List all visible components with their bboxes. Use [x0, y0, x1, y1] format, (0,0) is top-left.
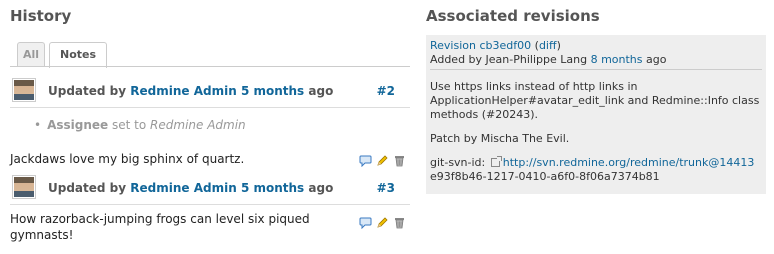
- journal-note: How razorback-jumping frogs can level si…: [10, 212, 310, 242]
- delete-icon[interactable]: [393, 154, 406, 167]
- svn-url-link[interactable]: http://svn.redmine.org/redmine/trunk@144…: [503, 156, 755, 169]
- history-section: History All Notes Updated by Redmine Adm…: [10, 0, 410, 254]
- updated-by-label: Updated by: [48, 84, 127, 98]
- revisions-title: Associated revisions: [426, 7, 600, 25]
- journal-header: Updated by Redmine Admin 5 months ago #2: [10, 78, 410, 108]
- journal-actions: [359, 154, 406, 167]
- revision-link[interactable]: Revision cb3edf00: [430, 39, 531, 52]
- journal-actions: [359, 216, 406, 229]
- time-link[interactable]: 5 months: [241, 84, 304, 98]
- journal-number-link[interactable]: #2: [377, 84, 395, 98]
- time-link[interactable]: 5 months: [241, 181, 304, 195]
- tab-all[interactable]: All: [17, 42, 45, 67]
- associated-revisions-section: Associated revisions Revision cb3edf00 (…: [426, 0, 774, 254]
- ago-label: ago: [308, 84, 334, 98]
- tab-notes[interactable]: Notes: [49, 42, 107, 68]
- journal-header: Updated by Redmine Admin 5 months ago #3: [10, 175, 410, 205]
- svn-id-label: git-svn-id:: [430, 156, 486, 169]
- revision-ago-label: ago: [646, 53, 667, 66]
- revision-author-line: Added by Jean-Philippe Lang 8 months ago: [430, 53, 762, 70]
- detail-value: Redmine Admin: [150, 118, 246, 132]
- revision-id: cb3edf00: [479, 39, 532, 52]
- tabs-divider: [10, 66, 410, 67]
- svn-hash: e93f8b46-1217-0410-a6f0-8f06a7374b81: [430, 170, 660, 183]
- revision-message: Use https links instead of http links in…: [430, 80, 760, 121]
- updated-by-label: Updated by: [48, 181, 127, 195]
- revision-author: Jean-Philippe Lang: [485, 53, 588, 66]
- author-link[interactable]: Redmine Admin: [130, 181, 236, 195]
- revision-box: Revision cb3edf00 (diff) Added by Jean-P…: [426, 35, 766, 194]
- history-title: History: [10, 7, 72, 25]
- revision-svn-line: git-svn-id: http://svn.redmine.org/redmi…: [430, 156, 762, 170]
- journal-header-text: Updated by Redmine Admin 5 months ago: [48, 84, 333, 98]
- detail-field: Assignee: [47, 118, 109, 132]
- avatar: [12, 175, 36, 199]
- detail-verb: set to: [112, 118, 147, 132]
- edit-icon[interactable]: [376, 154, 389, 167]
- bullet: •: [34, 118, 42, 132]
- author-link[interactable]: Redmine Admin: [130, 84, 236, 98]
- external-link-icon: [490, 156, 502, 167]
- comment-icon[interactable]: [359, 216, 372, 229]
- journal-header-text: Updated by Redmine Admin 5 months ago: [48, 181, 333, 195]
- journal-detail: • Assignee set to Redmine Admin: [34, 118, 246, 132]
- revision-header: Revision cb3edf00 (diff): [430, 39, 561, 52]
- edit-icon[interactable]: [376, 216, 389, 229]
- avatar: [12, 78, 36, 102]
- delete-icon[interactable]: [393, 216, 406, 229]
- journal-number-link[interactable]: #3: [377, 181, 395, 195]
- comment-icon[interactable]: [359, 154, 372, 167]
- added-by-label: Added by: [430, 53, 483, 66]
- revision-patch-note: Patch by Mischa The Evil.: [430, 132, 570, 145]
- ago-label: ago: [308, 181, 334, 195]
- diff-link[interactable]: diff: [539, 39, 557, 52]
- journal-note: Jackdaws love my big sphinx of quartz.: [10, 152, 245, 166]
- revision-time-link[interactable]: 8 months: [591, 53, 643, 66]
- revision-label: Revision: [430, 39, 476, 52]
